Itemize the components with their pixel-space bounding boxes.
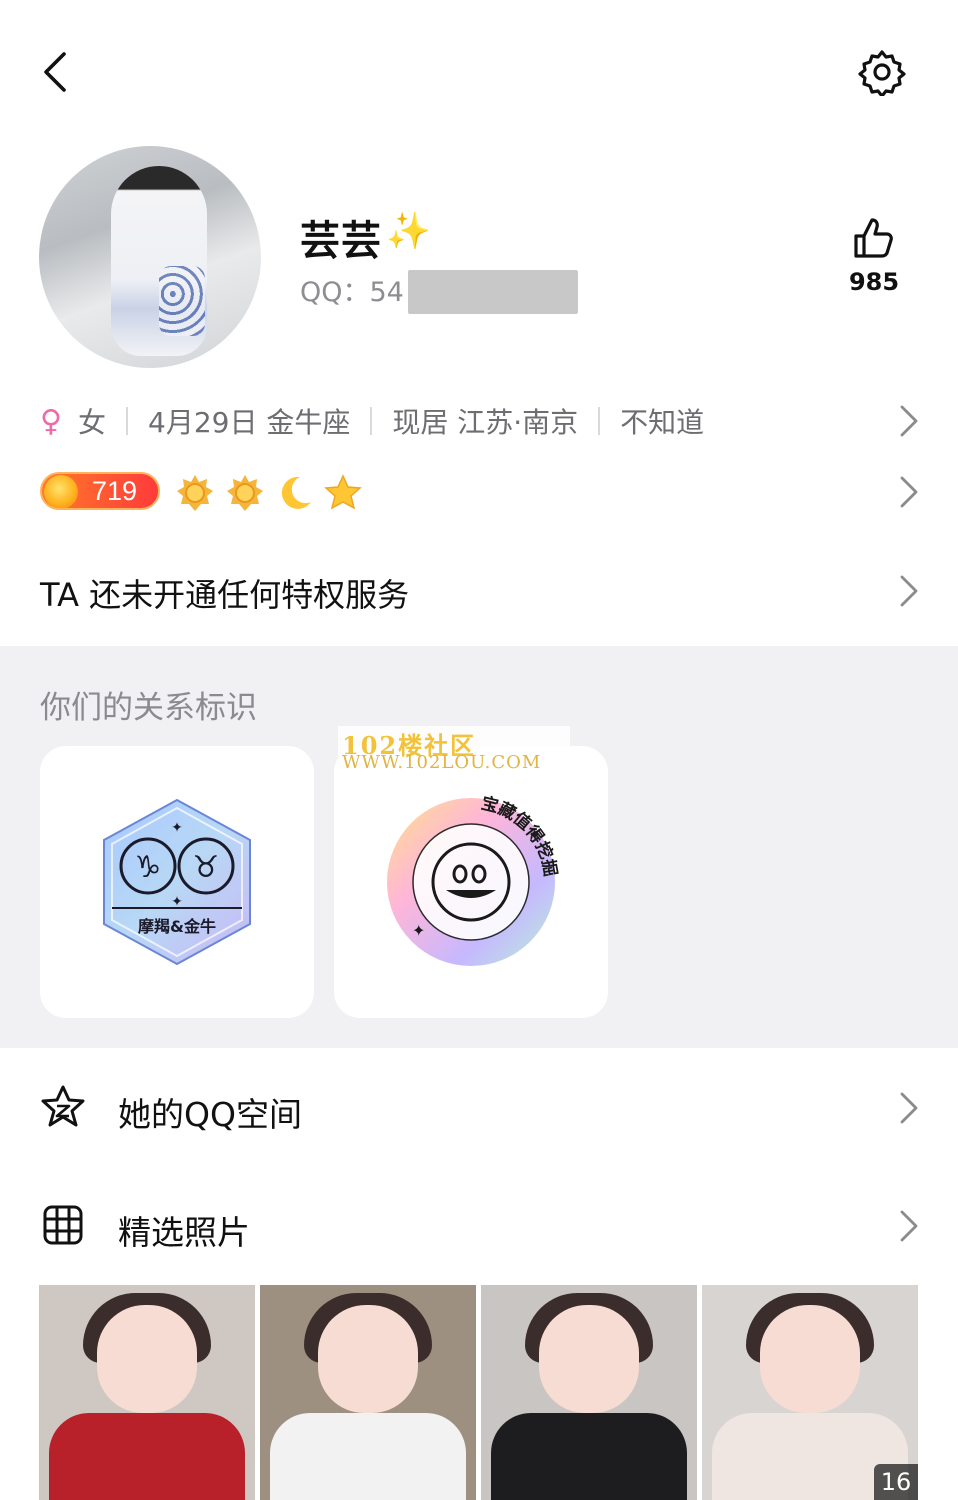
photo-face (318, 1305, 418, 1413)
divider (126, 407, 128, 435)
avatar[interactable] (39, 146, 261, 368)
photo-outfit (491, 1413, 687, 1500)
gender-text: 女 (77, 406, 106, 439)
like-count: 985 (848, 268, 900, 296)
gear-icon (858, 50, 906, 98)
like-button[interactable] (850, 216, 898, 260)
photo-count-badge: 16 (874, 1464, 918, 1500)
nickname: 芸芸 (300, 218, 382, 264)
settings-button[interactable] (858, 48, 906, 98)
svg-text:✦: ✦ (171, 820, 183, 836)
divider (598, 407, 601, 435)
photo-thumbnail[interactable]: 16 (702, 1285, 918, 1500)
qq-number: QQ：54 (300, 277, 404, 308)
svg-text:✦: ✦ (528, 825, 541, 844)
coin-icon (44, 475, 78, 508)
relationship-badge-zodiac[interactable]: ♑ ♉ ✦ ✦ 摩羯&金牛 (40, 746, 314, 1018)
sun-icon (227, 475, 263, 511)
treasure-badge-icon: 宝藏值得挖掘 ✦ ✦ (387, 793, 561, 966)
level-badge: 719 (40, 472, 160, 510)
featured-photos-row[interactable]: 精选照片 (40, 1194, 920, 1258)
back-button[interactable] (36, 48, 80, 96)
sparkle-emoji: ✨ (386, 211, 431, 252)
female-icon: ♀ (40, 403, 62, 439)
qzone-label: 她的QQ空间 (118, 1095, 302, 1134)
zodiac-badge-icon: ♑ ♉ ✦ ✦ 摩羯&金牛 (103, 798, 251, 966)
level-value: 719 (92, 476, 138, 506)
grid-icon (43, 1205, 83, 1245)
chevron-right-icon (900, 1092, 918, 1124)
relationship-title: 你们的关系标识 (40, 690, 257, 726)
svg-text:♉: ♉ (193, 850, 220, 885)
photo-thumbnail[interactable] (39, 1285, 255, 1500)
privilege-text: TA 还未开通任何特权服务 (40, 576, 410, 614)
divider (370, 407, 373, 435)
photo-strip: 16 (39, 1285, 919, 1500)
qzone-row[interactable]: 她的QQ空间 (40, 1076, 920, 1140)
relationship-badge-treasure[interactable]: 宝藏值得挖掘 ✦ ✦ (334, 746, 608, 1018)
level-row[interactable]: 719 (40, 466, 920, 518)
zodiac-badge-label: 摩羯&金牛 (138, 917, 216, 936)
top-bar (0, 0, 958, 140)
chevron-right-icon (900, 575, 918, 607)
photo-face (760, 1305, 860, 1413)
qzone-star-icon (41, 1085, 85, 1127)
watermark: 102楼社区 WWW.102LOU.COM (338, 726, 570, 773)
privilege-row[interactable]: TA 还未开通任何特权服务 (40, 562, 920, 620)
photos-label: 精选照片 (118, 1213, 250, 1252)
chevron-right-icon (900, 405, 918, 437)
extra-info-text: 不知道 (620, 406, 705, 439)
photo-thumbnail[interactable] (260, 1285, 476, 1500)
photo-face (539, 1305, 639, 1413)
sun-icon (177, 475, 213, 511)
svg-text:✦: ✦ (412, 921, 425, 940)
chevron-right-icon (900, 476, 918, 508)
photo-thumbnail[interactable] (481, 1285, 697, 1500)
location-text: 现居 江苏·南京 (392, 406, 579, 439)
qq-number-redaction (408, 270, 578, 314)
watermark-url: WWW.102LOU.COM (342, 752, 542, 773)
chevron-right-icon (900, 1210, 918, 1242)
avatar-dress-pattern (159, 266, 205, 336)
birthday-text: 4月29日 金牛座 (148, 406, 351, 439)
svg-text:♑: ♑ (135, 850, 162, 885)
star-icon (324, 474, 362, 510)
photo-face (97, 1305, 197, 1413)
photo-outfit (49, 1413, 245, 1500)
basic-info-row[interactable]: ♀ 女 4月29日 金牛座 现居 江苏·南京 不知道 (40, 392, 920, 450)
moon-icon (281, 476, 311, 509)
thumbs-up-icon (854, 218, 893, 258)
chevron-left-icon (44, 52, 66, 92)
photo-outfit (270, 1413, 466, 1500)
